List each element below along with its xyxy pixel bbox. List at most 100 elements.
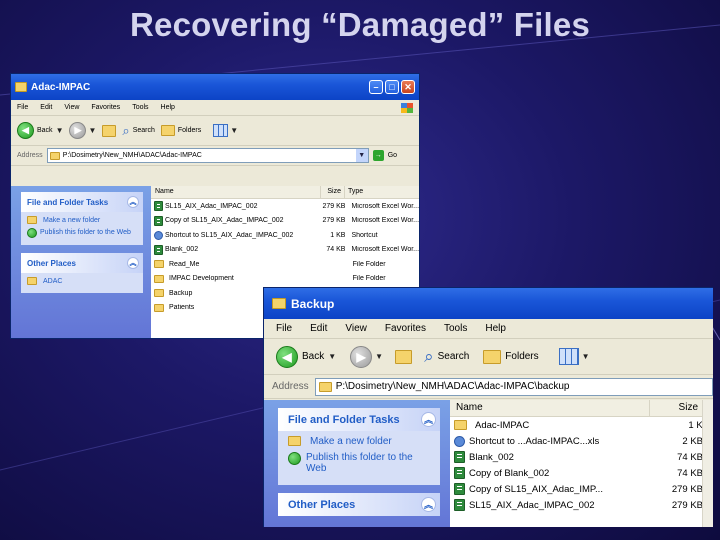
address-label: Address <box>17 152 43 159</box>
toolbar: ◀ Back ▼ ▶ ▼ ⌕ Search Folders ▼ <box>11 116 419 146</box>
excel-file-icon <box>454 467 465 479</box>
menu-file[interactable]: File <box>276 323 292 334</box>
file-row[interactable]: Shortcut to ...Adac-IMPAC...xls 2 KB <box>450 433 713 449</box>
menu-help[interactable]: Help <box>485 323 506 334</box>
make-new-folder-link[interactable]: Make a new folder <box>288 436 430 447</box>
menu-view[interactable]: View <box>345 323 367 334</box>
globe-icon <box>27 228 37 238</box>
file-size: 74 KB <box>677 467 703 479</box>
go-label[interactable]: Go <box>388 152 397 159</box>
file-name: Copy of SL15_AIX_Adac_IMP... <box>469 483 603 495</box>
minimize-button[interactable]: – <box>369 80 383 94</box>
folder-icon <box>154 274 164 283</box>
file-row[interactable]: Read_Me File Folder <box>151 257 419 272</box>
forward-button[interactable]: ▶ ▼ <box>69 122 96 139</box>
menu-help[interactable]: Help <box>161 104 175 111</box>
new-folder-icon <box>27 216 37 224</box>
menu-favorites[interactable]: Favorites <box>91 104 120 111</box>
chevron-down-icon: ▼ <box>328 352 337 361</box>
file-type: Microsoft Excel Wor... <box>351 217 419 225</box>
make-new-folder-link[interactable]: Make a new folder <box>27 216 137 225</box>
menu-edit[interactable]: Edit <box>40 104 52 111</box>
folders-button[interactable]: Folders <box>483 349 539 364</box>
folders-button[interactable]: Folders <box>160 125 201 136</box>
column-header-type[interactable]: Type <box>345 186 419 198</box>
back-button[interactable]: ◀ Back ▼ <box>276 345 337 368</box>
other-places-header[interactable]: Other Places ︽ <box>21 253 143 273</box>
back-button[interactable]: ◀ Back ▼ <box>17 122 63 139</box>
title-bar[interactable]: Adac-IMPAC – □ ✕ <box>11 74 419 100</box>
up-folder-button[interactable] <box>395 349 413 364</box>
address-bar: Address P:\Dosimetry\New_NMH\ADAC\Adac-I… <box>264 375 713 399</box>
file-row[interactable]: Copy of SL15_AIX_Adac_IMP... 279 KB <box>450 481 713 497</box>
file-row[interactable]: Copy of SL15_AIX_Adac_IMPAC_002 279 KB Mic… <box>151 214 419 229</box>
file-size: 279 KB <box>322 202 346 210</box>
other-places-header[interactable]: Other Places ︽ <box>278 493 440 516</box>
file-row[interactable]: IMPAC Development File Folder <box>151 272 419 287</box>
search-icon: ⌕ <box>122 122 130 138</box>
collapse-icon[interactable]: ︽ <box>127 196 139 208</box>
file-row[interactable]: Adac-IMPAC 1 KB <box>450 417 713 433</box>
file-row[interactable]: Blank_002 74 KB Microsoft Excel Wor... <box>151 243 419 258</box>
search-button[interactable]: ⌕ Search <box>122 123 154 139</box>
back-arrow-icon: ◀ <box>17 122 34 139</box>
collapse-icon[interactable]: ︽ <box>421 497 436 512</box>
file-row[interactable]: SL15_AIX_Adac_IMPAC_002 279 KB <box>450 497 713 513</box>
address-input[interactable]: P:\Dosimetry\New_NMH\ADAC\Adac-IMPAC\bac… <box>314 377 713 396</box>
file-row[interactable]: Copy of Blank_002 74 KB <box>450 465 713 481</box>
column-header-name[interactable]: Name <box>151 186 321 198</box>
file-folder-tasks-header[interactable]: File and Folder Tasks ︽ <box>278 408 440 431</box>
maximize-button[interactable]: □ <box>385 80 399 94</box>
explorer-window-backup[interactable]: Backup File Edit View Favorites Tools He… <box>263 287 713 527</box>
up-folder-icon <box>395 349 413 364</box>
collapse-icon[interactable]: ︽ <box>127 257 139 269</box>
vertical-scrollbar[interactable] <box>702 400 713 527</box>
menu-edit[interactable]: Edit <box>310 323 327 334</box>
task-pane: File and Folder Tasks ︽ Make a new folde… <box>264 400 450 527</box>
other-place-adac-link[interactable]: ADAC <box>27 277 137 286</box>
chevron-down-icon: ▼ <box>88 126 97 135</box>
title-bar[interactable]: Backup <box>264 288 713 319</box>
menu-tools[interactable]: Tools <box>132 104 148 111</box>
file-type: File Folder <box>352 275 386 283</box>
file-folder-tasks-header[interactable]: File and Folder Tasks ︽ <box>21 192 143 212</box>
close-button[interactable]: ✕ <box>401 80 415 94</box>
file-row[interactable]: SL15_AIX_Adac_IMPAC_002 279 KB Microsoft E… <box>151 199 419 214</box>
slide-title: Recovering “Damaged” Files <box>129 6 590 43</box>
menu-tools[interactable]: Tools <box>444 323 467 334</box>
forward-button[interactable]: ▶ ▼ <box>350 345 383 368</box>
file-type: Shortcut <box>351 231 378 239</box>
go-arrow-icon[interactable]: → <box>372 150 384 161</box>
up-folder-button[interactable] <box>102 124 117 137</box>
explorer-content: File and Folder Tasks ︽ Make a new folde… <box>264 400 713 527</box>
column-header-size[interactable]: Size <box>321 186 345 198</box>
shortcut-icon <box>154 230 163 240</box>
menu-file[interactable]: File <box>17 104 28 111</box>
chevron-down-icon[interactable]: ▼ <box>355 149 368 162</box>
file-row[interactable]: Shortcut to SL15_AIX_Adac_IMPAC_002 1 KB S… <box>151 228 419 243</box>
collapse-icon[interactable]: ︽ <box>421 412 436 427</box>
excel-file-icon <box>154 244 163 255</box>
search-icon: ⌕ <box>424 346 434 366</box>
publish-folder-link[interactable]: Publish this folder to the Web <box>27 228 137 238</box>
folder-icon <box>454 420 467 430</box>
column-headers: Name Size Type <box>151 186 419 199</box>
file-name: Copy of Blank_002 <box>469 467 550 479</box>
file-name: Copy of SL15_AIX_Adac_IMPAC_002 <box>165 217 284 225</box>
address-value: P:\Dosimetry\New_NMH\ADAC\Adac-IMPAC <box>62 152 202 159</box>
file-row[interactable]: Blank_002 74 KB <box>450 449 713 465</box>
file-name: Blank_002 <box>469 451 514 463</box>
column-header-size[interactable]: Size <box>650 400 702 416</box>
file-name: Shortcut to ...Adac-IMPAC...xls <box>469 435 600 447</box>
back-label: Back <box>302 351 325 362</box>
task-pane: File and Folder Tasks ︽ Make a new folde… <box>11 186 151 338</box>
address-input[interactable]: P:\Dosimetry\New_NMH\ADAC\Adac-IMPAC ▼ <box>46 148 369 163</box>
search-button[interactable]: ⌕ Search <box>424 347 469 367</box>
menu-favorites[interactable]: Favorites <box>385 323 426 334</box>
menu-view[interactable]: View <box>64 104 79 111</box>
views-button[interactable]: ▼ <box>558 348 590 365</box>
views-button[interactable]: ▼ <box>213 124 238 137</box>
folder-icon <box>154 303 164 312</box>
publish-folder-link[interactable]: Publish this folder to the Web <box>288 452 430 474</box>
column-header-name[interactable]: Name <box>450 400 650 416</box>
